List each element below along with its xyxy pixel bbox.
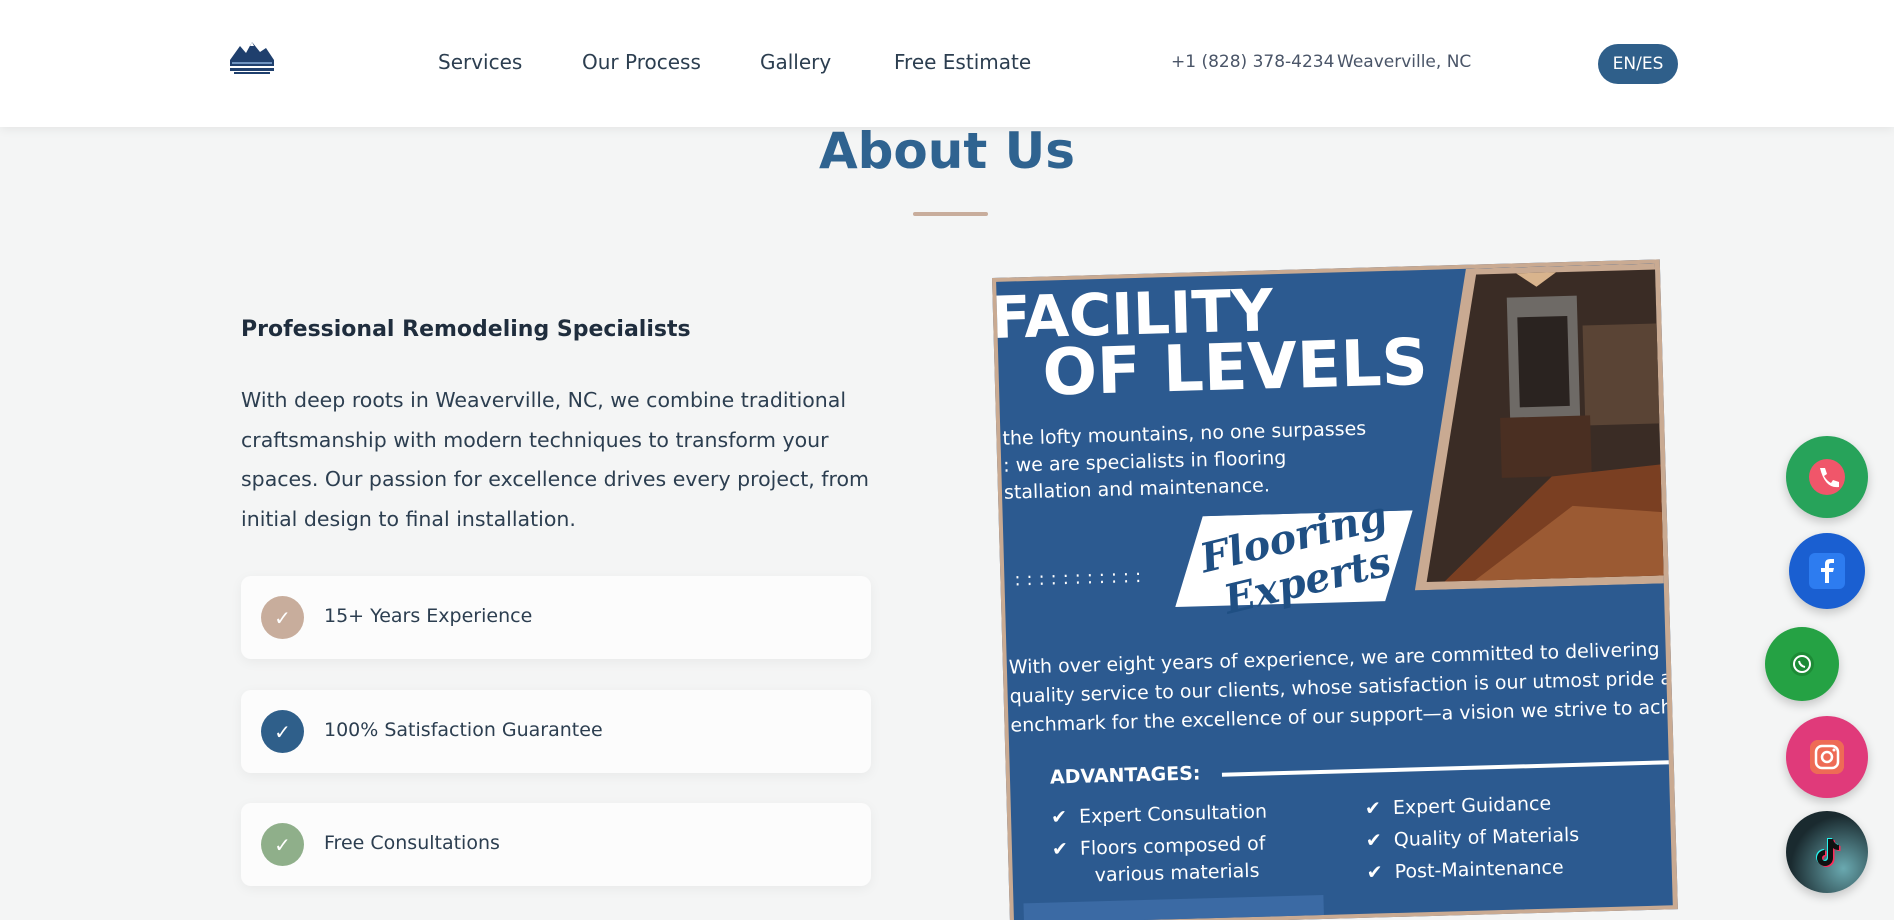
feature-label: 15+ Years Experience [324,605,533,627]
flyer-footer-bar [1023,894,1325,920]
feature-card: ✓ 100% Satisfaction Guarantee [241,690,871,773]
about-subheading: Professional Remodeling Specialists [241,317,691,342]
tiktok-icon [1816,838,1841,867]
phone-float-button[interactable] [1786,436,1868,518]
flyer-intro-line: stallation and maintenance. [1003,474,1271,504]
section-title: About Us [818,122,1076,180]
check-icon: ✓ [261,596,304,639]
nav-our-process[interactable]: Our Process [582,50,701,74]
site-header: Services Our Process Gallery Free Estima… [0,0,1894,127]
flooring-flyer-image: FACILITY OF LEVELS the lofty mountains, … [992,259,1678,920]
phone-icon [1809,459,1845,495]
flyer-advantage-right: ✔ Expert Guidance [1364,792,1552,820]
company-logo[interactable] [228,40,276,76]
flyer-advantage-right: ✔ Quality of Materials [1365,823,1580,852]
feature-card: ✓ 15+ Years Experience [241,576,871,659]
whatsapp-icon [1790,652,1814,676]
check-icon: ✓ [261,710,304,753]
kitchen-photo [1414,263,1677,591]
flyer-advantage-right: ✔ Post-Maintenance [1366,856,1564,884]
flyer-advantages-title: ADVANTAGES: [1049,762,1201,789]
instagram-icon [1810,740,1844,774]
flyer-advantage-left: ✔ Floors composed of [1051,832,1266,861]
flyer-intro-line: the lofty mountains, no one surpasses [1002,417,1367,450]
flyer-dots: ::::::::::: [1014,565,1148,591]
tiktok-float-button[interactable] [1786,811,1868,893]
flyer-intro-line: : we are specialists in flooring [1002,446,1287,477]
nav-free-estimate[interactable]: Free Estimate [894,50,1031,74]
whatsapp-float-button[interactable] [1765,627,1839,701]
check-icon: ✓ [261,823,304,866]
language-toggle-button[interactable]: EN/ES [1598,44,1678,84]
about-paragraph: With deep roots in Weaverville, NC, we c… [241,388,870,531]
title-underline [913,212,988,216]
nav-gallery[interactable]: Gallery [760,50,831,74]
feature-label: Free Consultations [324,832,500,854]
nav-services[interactable]: Services [438,50,522,74]
flyer-advantage-left-cont: various materials [1094,859,1260,887]
header-phone[interactable]: +1 (828) 378-4234 [1171,52,1334,72]
feature-card: ✓ Free Consultations [241,803,871,886]
facebook-icon [1809,553,1845,589]
header-location: Weaverville, NC [1337,52,1472,72]
flyer-divider [1221,759,1678,777]
feature-label: 100% Satisfaction Guarantee [324,719,603,741]
flyer-advantage-left: ✔ Expert Consultation [1050,800,1268,829]
flyer-headline-2: OF LEVELS [1041,325,1429,411]
instagram-float-button[interactable] [1786,716,1868,798]
facebook-float-button[interactable] [1789,533,1865,609]
